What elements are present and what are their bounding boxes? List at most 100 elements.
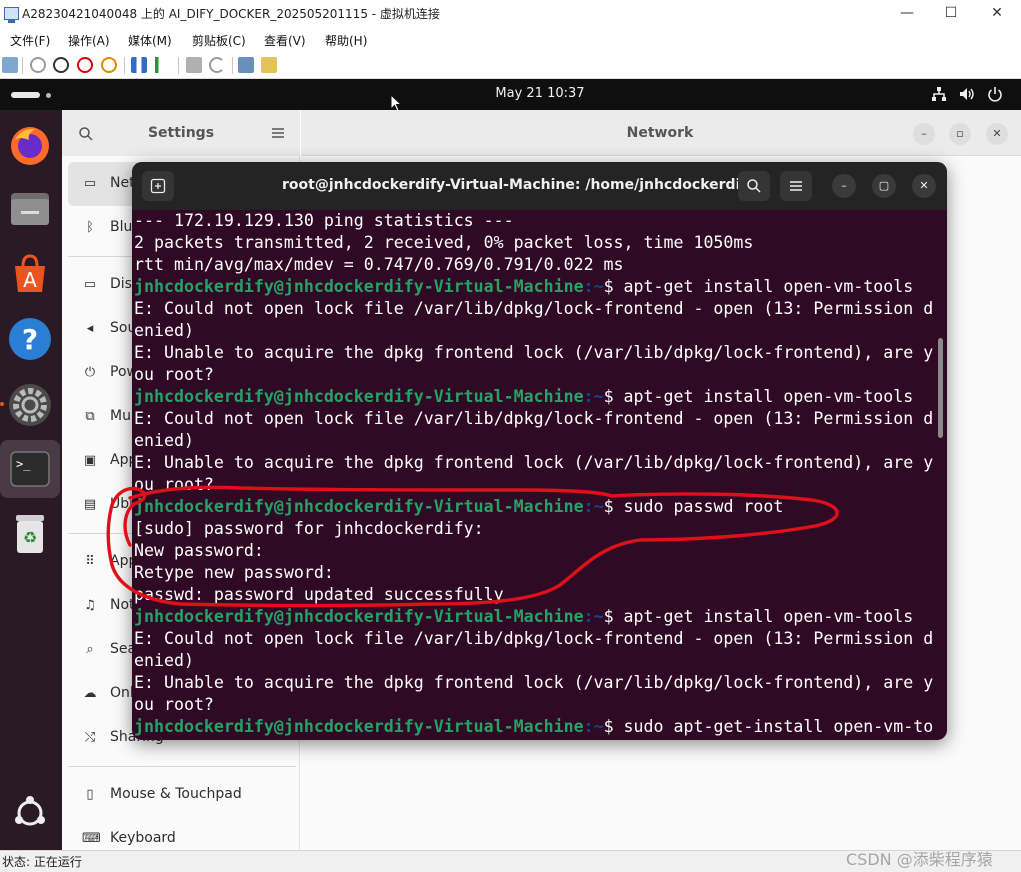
settings-title: Settings: [147, 125, 215, 141]
menu-file[interactable]: 文件(F): [10, 32, 50, 49]
save-state-icon[interactable]: [101, 57, 117, 73]
trash-icon[interactable]: ♻: [7, 510, 53, 556]
settings-close-button[interactable]: ✕: [986, 123, 1008, 145]
running-indicator: [0, 402, 4, 406]
menu-help[interactable]: 帮助(H): [325, 32, 367, 49]
terminal-command-line: jnhcdockerdify@jnhcdockerdify-Virtual-Ma…: [134, 606, 934, 628]
menu-action[interactable]: 操作(A): [68, 32, 110, 49]
vm-status: 状态: 正在运行: [2, 855, 82, 869]
settings-minimize-button[interactable]: –: [913, 123, 935, 145]
svg-text:?: ?: [22, 323, 38, 356]
pause-icon[interactable]: [131, 57, 147, 73]
prompt-path: :~: [583, 607, 604, 626]
hamburger-menu-icon[interactable]: [270, 126, 286, 142]
apps-icon: ⠿: [85, 554, 95, 569]
host-titlebar: A28230421040048 上的 AI_DIFY_DOCKER_202505…: [0, 0, 1021, 28]
toolbar-separator: [124, 57, 125, 74]
terminal-output-line: enied): [134, 431, 194, 450]
prompt-path: :~: [583, 387, 604, 406]
sound-icon: ◂: [86, 321, 94, 336]
firefox-icon[interactable]: [7, 122, 53, 168]
mouse-icon: ▯: [86, 787, 94, 802]
minimize-button[interactable]: —: [884, 0, 930, 28]
sidebar-divider: [68, 766, 296, 767]
host-toolbar: [0, 52, 1021, 79]
search-icon: [747, 179, 761, 193]
terminal-icon[interactable]: >_: [7, 446, 53, 492]
network-status-icon[interactable]: [930, 85, 948, 103]
host-menubar: 文件(F) 操作(A) 媒体(M) 剪贴板(C) 查看(V) 帮助(H): [0, 28, 1021, 52]
command-text: $ apt-get install open-vm-tools: [603, 607, 914, 626]
workspace-dot: [46, 93, 51, 98]
keyboard-icon: ⌨: [82, 831, 101, 846]
prompt-path: :~: [583, 497, 604, 516]
files-icon[interactable]: [7, 185, 53, 231]
page-title: Network: [626, 125, 694, 141]
settings-maximize-button[interactable]: ▫: [949, 123, 971, 145]
clock[interactable]: May 21 10:37: [440, 86, 640, 101]
checkpoint-icon[interactable]: [186, 57, 202, 73]
terminal-window[interactable]: root@jnhcdockerdify-Virtual-Machine: /ho…: [132, 162, 947, 740]
terminal-output-line: 2 packets transmitted, 2 received, 0% pa…: [134, 233, 754, 252]
prompt-user: jnhcdockerdify@jnhcdockerdify-Virtual-Ma…: [134, 277, 584, 296]
ctrl-alt-del-icon[interactable]: [2, 57, 18, 73]
new-tab-icon: [150, 178, 166, 194]
terminal-output-line: enied): [134, 651, 194, 670]
maximize-button[interactable]: ☐: [928, 0, 974, 28]
activities-indicator[interactable]: [11, 92, 40, 98]
terminal-menu-button[interactable]: [780, 171, 812, 201]
share-icon[interactable]: [261, 57, 277, 73]
new-tab-button[interactable]: [142, 171, 174, 201]
terminal-output-line: E: Could not open lock file /var/lib/dpk…: [134, 629, 934, 648]
command-text: $ sudo passwd root: [603, 497, 784, 516]
svg-text:A: A: [23, 268, 37, 292]
terminal-scrollbar[interactable]: [938, 338, 943, 438]
reset-icon[interactable]: [155, 57, 171, 73]
terminal-output-line: E: Could not open lock file /var/lib/dpk…: [134, 299, 934, 318]
toolbar-separator: [178, 57, 179, 74]
terminal-maximize-button[interactable]: ▢: [872, 174, 896, 198]
prompt-user: jnhcdockerdify@jnhcdockerdify-Virtual-Ma…: [134, 387, 584, 406]
settings-icon[interactable]: [7, 382, 53, 428]
terminal-command-line: jnhcdockerdify@jnhcdockerdify-Virtual-Ma…: [134, 716, 934, 738]
terminal-output-line: ou root?: [134, 365, 214, 384]
svg-text:>_: >_: [16, 457, 31, 471]
menu-media[interactable]: 媒体(M): [128, 32, 172, 49]
terminal-output-line: ou root?: [134, 695, 214, 714]
menu-clipboard[interactable]: 剪贴板(C): [192, 32, 246, 49]
command-text: $ sudo apt-get-install open-vm-to: [603, 717, 934, 736]
prompt-user: jnhcdockerdify@jnhcdockerdify-Virtual-Ma…: [134, 717, 584, 736]
terminal-close-button[interactable]: ✕: [912, 174, 936, 198]
terminal-search-button[interactable]: [738, 171, 770, 201]
terminal-output[interactable]: --- 172.19.129.130 ping statistics --- 2 …: [134, 210, 934, 740]
shutdown-icon[interactable]: [77, 57, 93, 73]
terminal-minimize-button[interactable]: –: [832, 174, 856, 198]
enhanced-session-icon[interactable]: [238, 57, 254, 73]
terminal-output-line: E: Unable to acquire the dpkg frontend l…: [134, 343, 934, 362]
terminal-headerbar[interactable]: root@jnhcdockerdify-Virtual-Machine: /ho…: [132, 162, 947, 210]
power-menu-icon[interactable]: [986, 85, 1004, 103]
turn-off-icon[interactable]: [53, 57, 69, 73]
app-center-icon[interactable]: A: [7, 250, 53, 296]
appearance-icon: ▣: [83, 453, 97, 468]
bluetooth-icon: ᛒ: [86, 220, 94, 235]
vm-connection-icon: [4, 7, 19, 23]
show-apps-icon[interactable]: [7, 790, 53, 836]
terminal-output-line: ou root?: [134, 475, 214, 494]
terminal-output-line: New password:: [134, 541, 264, 560]
terminal-output-line: E: Unable to acquire the dpkg frontend l…: [134, 673, 934, 692]
help-icon[interactable]: ?: [7, 316, 53, 362]
revert-icon[interactable]: [209, 57, 225, 73]
terminal-command-line: jnhcdockerdify@jnhcdockerdify-Virtual-Ma…: [134, 496, 934, 518]
terminal-title: root@jnhcdockerdify-Virtual-Machine: /ho…: [282, 177, 756, 193]
sharing-icon: ⤭: [84, 730, 96, 745]
terminal-output-line: Retype new password:: [134, 563, 334, 582]
sidebar-item-label: Mouse & Touchpad: [110, 786, 242, 802]
close-button[interactable]: ✕: [974, 0, 1020, 28]
menu-view[interactable]: 查看(V): [264, 32, 306, 49]
volume-icon[interactable]: [958, 85, 976, 103]
power-icon: ⏻: [84, 365, 96, 380]
start-icon[interactable]: [30, 57, 46, 73]
prompt-user: jnhcdockerdify@jnhcdockerdify-Virtual-Ma…: [134, 607, 584, 626]
online-accounts-icon: ☁: [83, 686, 97, 701]
